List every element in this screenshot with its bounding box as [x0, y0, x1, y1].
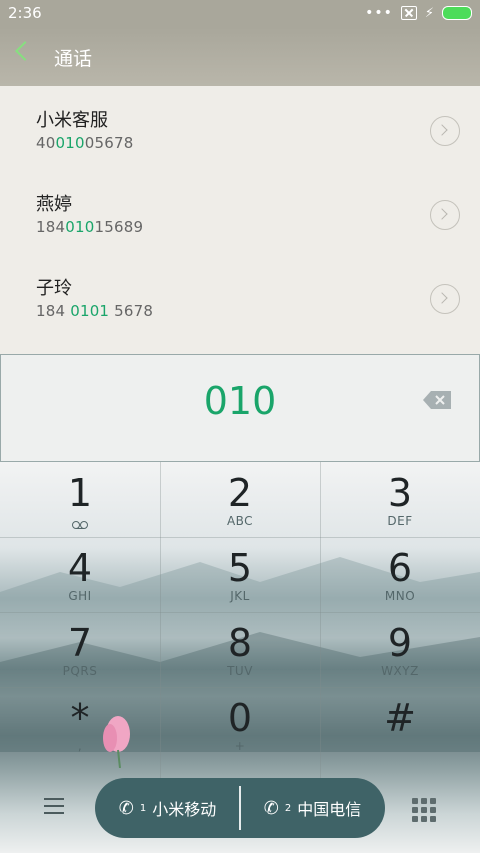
key-6[interactable]: 6 MNO: [320, 537, 480, 612]
key-digit: 0: [227, 696, 253, 740]
battery-icon: [442, 6, 472, 20]
number-part: 15689: [94, 218, 144, 236]
call-sim1-button[interactable]: ✆ 1 小米移动: [95, 778, 240, 838]
status-icons: ••• ⚡: [365, 6, 472, 20]
menu-icon[interactable]: [44, 798, 64, 814]
number-part: 184: [36, 218, 66, 236]
number-part: 40: [36, 134, 56, 152]
number-part: 184: [36, 302, 71, 320]
phone-icon: ✆: [263, 797, 279, 819]
key-letters: DEF: [387, 514, 413, 528]
key-3[interactable]: 3 DEF: [320, 462, 480, 537]
number-part: 05678: [84, 134, 134, 152]
key-digit: 7: [67, 621, 93, 665]
key-letters: GHI: [68, 589, 92, 603]
details-chevron-icon[interactable]: [430, 284, 460, 314]
no-sim-icon: [400, 6, 417, 20]
page-title: 通话: [54, 48, 93, 70]
number-part: 5678: [109, 302, 154, 320]
backspace-icon[interactable]: [423, 391, 451, 409]
call-label: 中国电信: [297, 800, 362, 819]
bottom-bar: ✆ 1 小米移动 ✆ 2 中国电信: [0, 778, 480, 853]
key-letters: MNO: [384, 589, 416, 603]
contact-name: 子玲: [36, 278, 72, 299]
key-digit: #: [384, 696, 416, 740]
contact-number: 184 0101 5678: [36, 302, 153, 320]
key-8[interactable]: 8 TUV: [160, 612, 320, 687]
more-dots-icon: •••: [365, 5, 393, 21]
details-chevron-icon[interactable]: [430, 116, 460, 146]
list-item[interactable]: 子玲 184 0101 5678: [0, 254, 480, 338]
list-item[interactable]: 燕婷 18401015689: [0, 170, 480, 254]
contact-name: 燕婷: [36, 194, 72, 215]
key-digit: 5: [227, 546, 253, 590]
key-digit: 9: [387, 621, 413, 665]
key-letters: WXYZ: [381, 664, 419, 678]
call-sim2-button[interactable]: ✆ 2 中国电信: [240, 778, 385, 838]
call-label: 小米移动: [152, 800, 217, 819]
status-time: 2:36: [8, 4, 42, 22]
status-bar: 2:36 ••• ⚡: [0, 0, 480, 28]
top-bar: 通话: [0, 28, 480, 86]
key-letters: +: [234, 739, 246, 753]
key-5[interactable]: 5 JKL: [160, 537, 320, 612]
key-2[interactable]: 2 ABC: [160, 462, 320, 537]
phone-icon: ✆: [118, 797, 134, 819]
back-arrow-icon[interactable]: [15, 41, 35, 61]
key-digit: 4: [67, 546, 93, 590]
key-hash[interactable]: #: [320, 687, 480, 762]
dialed-digits: 010: [203, 379, 277, 423]
sim-index: 1: [139, 802, 147, 814]
voicemail-icon: [72, 521, 88, 529]
key-letters: PQRS: [62, 664, 98, 678]
sim-index: 2: [284, 802, 292, 814]
list-item[interactable]: 小米客服 4001005678: [0, 86, 480, 170]
key-7[interactable]: 7 PQRS: [0, 612, 160, 687]
key-4[interactable]: 4 GHI: [0, 537, 160, 612]
key-letters: ABC: [226, 514, 254, 528]
key-digit: 2: [227, 471, 253, 515]
number-match: 010: [55, 134, 85, 152]
key-letters: JKL: [230, 589, 250, 603]
number-match: 0101: [70, 302, 110, 320]
key-1[interactable]: 1: [0, 462, 160, 537]
contact-number: 18401015689: [36, 218, 143, 236]
dialpad-toggle-icon[interactable]: [412, 798, 436, 822]
call-bar: ✆ 1 小米移动 ✆ 2 中国电信: [95, 778, 385, 838]
contact-name: 小米客服: [36, 110, 108, 131]
key-digit: 3: [387, 471, 413, 515]
number-match: 010: [65, 218, 95, 236]
details-chevron-icon[interactable]: [430, 200, 460, 230]
key-9[interactable]: 9 WXYZ: [320, 612, 480, 687]
key-digit: 8: [227, 621, 253, 665]
contact-number: 4001005678: [36, 134, 133, 152]
key-digit: 6: [387, 546, 413, 590]
dial-display: 010: [0, 354, 480, 462]
lotus-decoration: [103, 716, 130, 768]
search-results-list: 小米客服 4001005678 燕婷 18401015689 子玲 184 01…: [0, 86, 480, 354]
key-digit: 1: [67, 471, 93, 515]
key-letters: TUV: [227, 664, 253, 678]
key-0[interactable]: 0 +: [160, 687, 320, 762]
charging-icon: ⚡: [424, 5, 434, 21]
